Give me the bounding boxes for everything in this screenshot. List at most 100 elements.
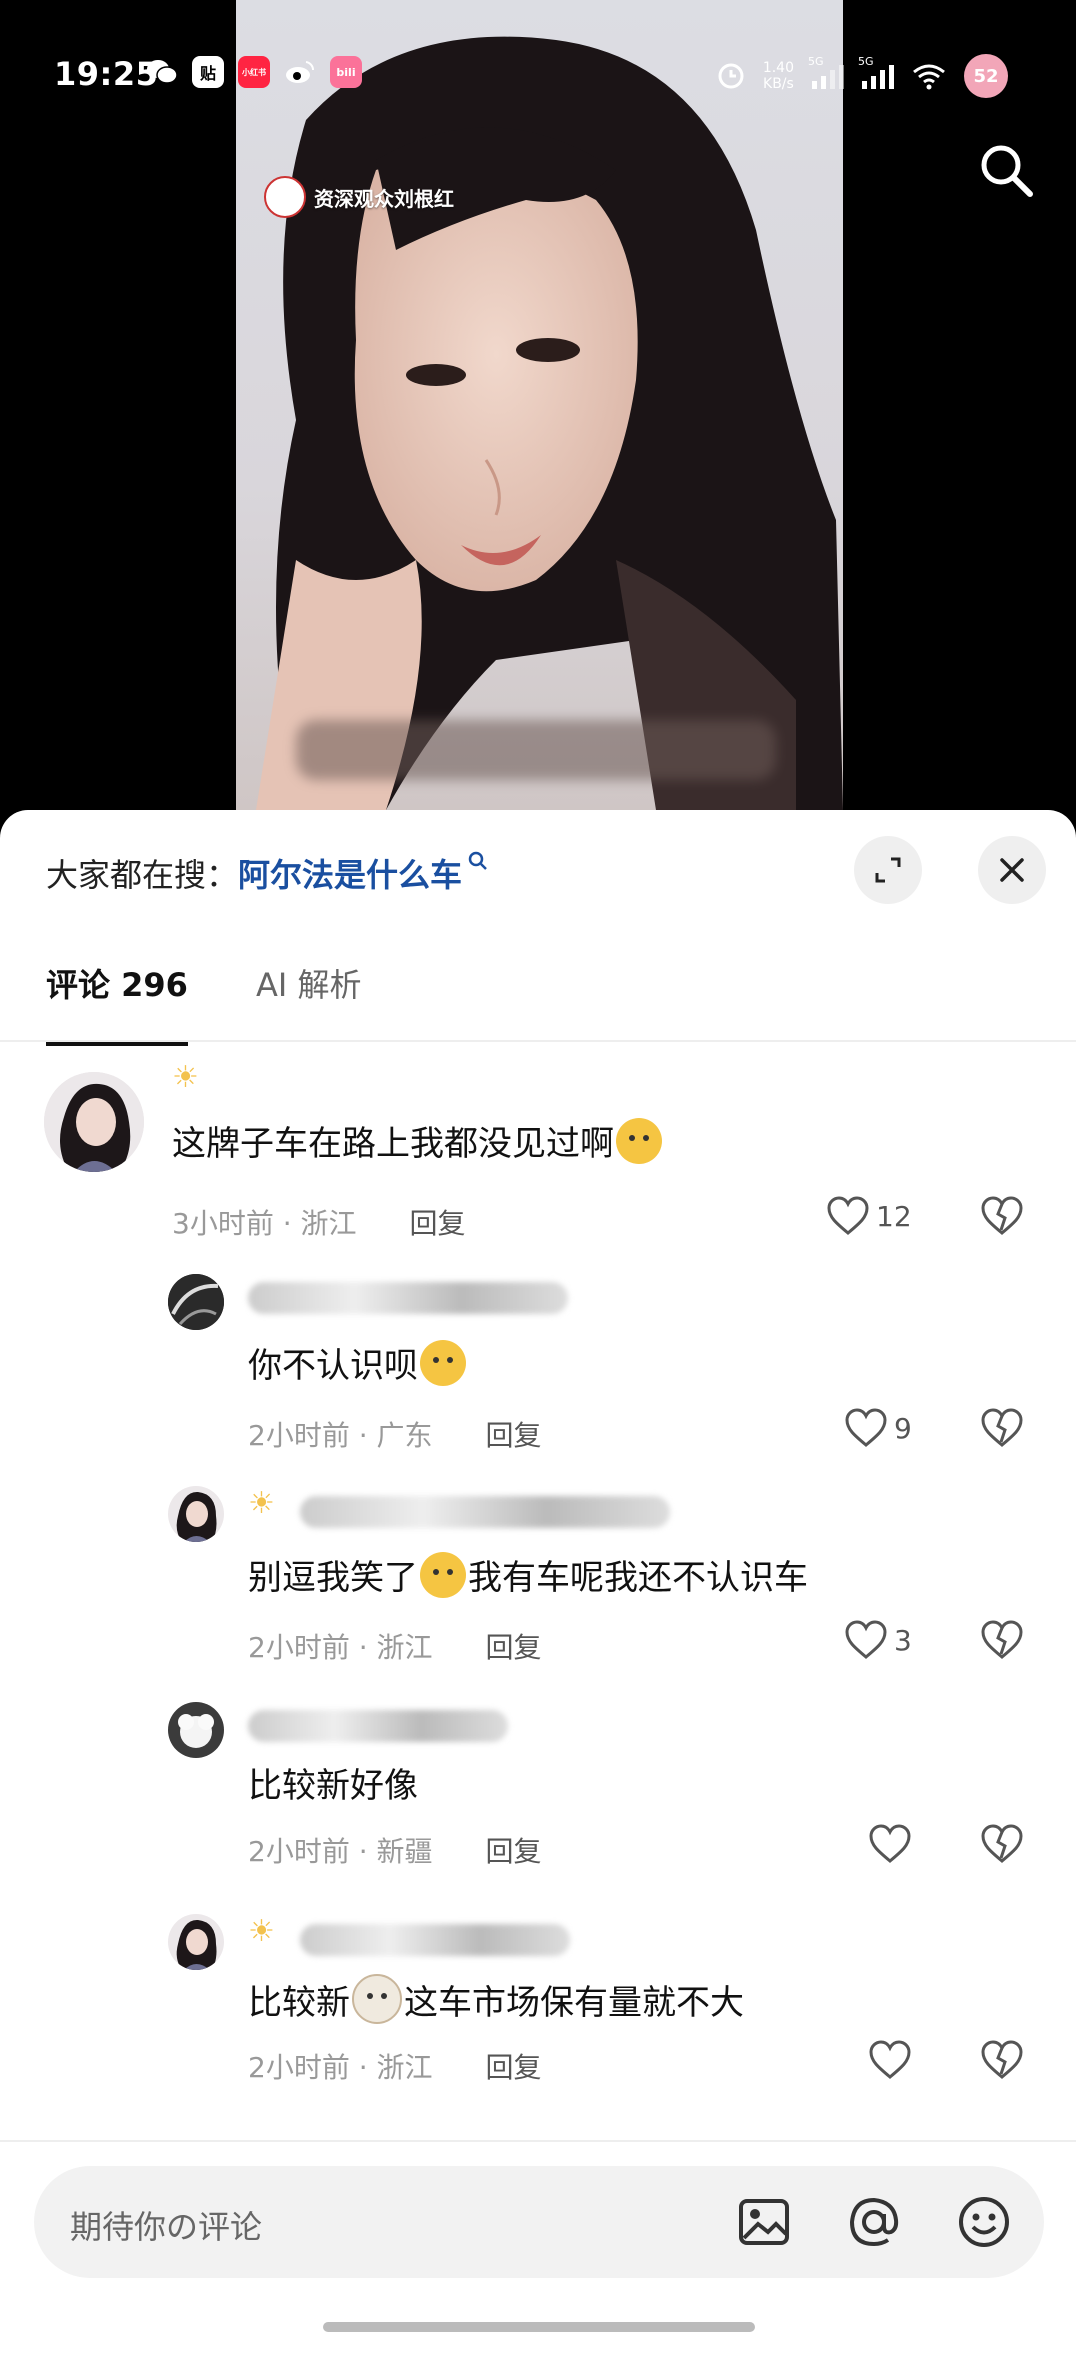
comment-text: 比较新 这车市场保有量就不大 <box>248 1974 744 2024</box>
sun-badge-icon: ☀ <box>248 1914 275 1949</box>
dislike-heart-icon[interactable] <box>980 1196 1024 1236</box>
reply-button[interactable]: 回复 <box>485 2051 541 2084</box>
comment-time: 2小时前 · 浙江 <box>248 1631 433 1664</box>
sun-badge-icon: ☀ <box>248 1486 275 1521</box>
heart-icon <box>869 1824 911 1863</box>
comment-text: 比较新好像 <box>248 1758 418 1807</box>
like-count: 9 <box>894 1411 912 1445</box>
hot-search-bar[interactable]: 大家都在搜： 阿尔法是什么车 <box>46 850 488 896</box>
dislike-heart-icon[interactable] <box>980 1620 1024 1660</box>
comment-time: 2小时前 · 新疆 <box>248 1835 433 1868</box>
blurred-username <box>300 1924 570 1956</box>
small-search-icon <box>468 851 488 876</box>
heart-icon <box>827 1196 869 1235</box>
close-button[interactable] <box>978 836 1046 904</box>
comment-sheet: 大家都在搜： 阿尔法是什么车 评论 296 AI 解析 ☀ 这牌子车在路上我都没… <box>0 810 1076 2356</box>
reply-button[interactable]: 回复 <box>409 1207 465 1240</box>
expand-button[interactable] <box>854 836 922 904</box>
reply-button[interactable]: 回复 <box>485 1835 541 1868</box>
blurred-username <box>300 1496 670 1528</box>
avatar[interactable] <box>44 1072 144 1172</box>
sad-emoji-icon <box>616 1117 662 1164</box>
like-button[interactable]: 9 <box>844 1408 912 1448</box>
close-icon <box>1000 858 1024 882</box>
watermark-logo-icon <box>264 176 306 218</box>
signal-2-label: 5G <box>858 55 874 68</box>
reply-button[interactable]: 回复 <box>485 1631 541 1664</box>
avatar[interactable] <box>168 1914 224 1970</box>
like-button[interactable]: 3 <box>844 1620 912 1660</box>
comment-text-part: 这牌子车在路上我都没见过啊 <box>172 1124 614 1164</box>
like-button[interactable]: 12 <box>826 1196 912 1236</box>
comment-time: 3小时前 · 浙江 <box>172 1207 357 1240</box>
expand-icon <box>875 857 901 883</box>
comment-text: 这牌子车在路上我都没见过啊 <box>172 1116 664 1165</box>
weibo-icon <box>284 56 316 88</box>
cat-emoji-icon <box>352 1974 402 2024</box>
dislike-heart-icon[interactable] <box>980 1408 1024 1448</box>
hot-search-keyword[interactable]: 阿尔法是什么车 <box>238 850 462 896</box>
comment-text-part: 别逗我笑了 <box>248 1558 418 1598</box>
like-count: 3 <box>894 1623 912 1657</box>
tab-ai-analysis[interactable]: AI 解析 <box>256 960 362 1006</box>
video-watermark: 资深观众刘根红 <box>264 176 454 218</box>
notification-icons: 贴 小红书 bili <box>146 56 362 88</box>
comment-meta: 3小时前 · 浙江 回复 <box>172 1202 465 1242</box>
emoji-icon[interactable] <box>956 2194 1012 2250</box>
dislike-heart-icon[interactable] <box>980 2040 1024 2080</box>
signal-1: 5G <box>808 55 844 89</box>
reply-button[interactable]: 回复 <box>485 1419 541 1452</box>
mention-icon[interactable] <box>846 2194 902 2250</box>
blurred-username <box>248 1710 508 1742</box>
dislike-heart-icon[interactable] <box>980 1824 1024 1864</box>
heart-icon <box>845 1408 887 1447</box>
comment-meta: 2小时前 · 新疆 回复 <box>248 1830 541 1870</box>
sheet-tabs: 评论 296 AI 解析 <box>46 960 362 1046</box>
network-speed: 1.40 KB/s <box>763 60 794 92</box>
heart-icon <box>869 2040 911 2079</box>
sun-badge-icon: ☀ <box>172 1060 199 1095</box>
comment-input-placeholder[interactable]: 期待你の评论 <box>70 2202 262 2248</box>
clock: 19:25 <box>54 55 159 93</box>
wechat-icon <box>146 56 178 88</box>
crying-emoji-icon <box>420 1551 466 1598</box>
avatar[interactable] <box>168 1274 224 1330</box>
blurred-username <box>248 1282 568 1314</box>
avatar[interactable] <box>168 1702 224 1758</box>
home-indicator[interactable] <box>323 2322 755 2332</box>
image-icon[interactable] <box>736 2194 792 2250</box>
like-button[interactable] <box>868 1824 918 1864</box>
heart-icon <box>845 1620 887 1659</box>
signal-1-label: 5G <box>808 55 824 68</box>
like-button[interactable] <box>868 2040 918 2080</box>
net-speed-value: 1.40 <box>762 60 794 76</box>
comment-meta: 2小时前 · 浙江 回复 <box>248 1626 541 1666</box>
status-bar: 19:25 贴 小红书 bili 1.40 KB/s 5G 5G 52 <box>0 0 1076 150</box>
comment-text-part: 比较新好像 <box>248 1766 418 1806</box>
tieba-icon: 贴 <box>192 56 224 88</box>
comment-meta: 2小时前 · 浙江 回复 <box>248 2046 541 2086</box>
tab-comments[interactable]: 评论 296 <box>46 960 188 1046</box>
comment-text: 别逗我笑了 我有车呢我还不认识车 <box>248 1550 808 1599</box>
comment-text-part: 我有车呢我还不认识车 <box>468 1558 808 1598</box>
net-speed-unit: KB/s <box>763 76 794 92</box>
like-count: 12 <box>876 1199 912 1233</box>
comment-text: 你不认识呗 <box>248 1338 468 1387</box>
comment-time: 2小时前 · 广东 <box>248 1419 433 1452</box>
comment-meta: 2小时前 · 广东 回复 <box>248 1414 541 1454</box>
divider <box>0 1040 1076 1042</box>
xiaohongshu-icon: 小红书 <box>238 56 270 88</box>
comment-text-part: 你不认识呗 <box>248 1346 418 1386</box>
divider <box>0 2140 1076 2142</box>
bilibili-icon: bili <box>330 56 362 88</box>
watermark-text: 资深观众刘根红 <box>314 186 454 211</box>
comment-text-part: 比较新 <box>248 1982 350 2023</box>
alarm-icon <box>718 63 744 89</box>
avatar[interactable] <box>168 1486 224 1542</box>
hot-search-prefix: 大家都在搜： <box>46 856 239 894</box>
battery-indicator: 52 <box>964 54 1008 98</box>
sad-emoji-icon <box>420 1339 466 1386</box>
comment-input-bar[interactable]: 期待你の评论 <box>34 2166 1044 2278</box>
comment-time: 2小时前 · 浙江 <box>248 2051 433 2084</box>
wifi-icon <box>913 64 945 90</box>
